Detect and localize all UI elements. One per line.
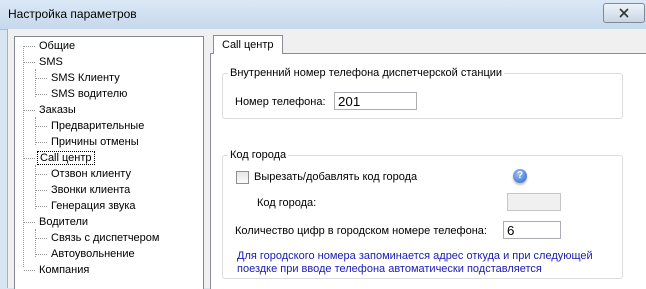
tab-label: Call центр	[222, 39, 274, 51]
tree-item-callback-client[interactable]: Отзвон клиенту	[49, 167, 133, 182]
tree-connector	[23, 46, 24, 267]
tree-item-cancel-reasons[interactable]: Причины отмены	[49, 135, 141, 150]
tree-item-orders[interactable]: Заказы	[37, 103, 78, 118]
tree-item-sound-generation[interactable]: Генерация звука	[49, 199, 138, 214]
tree-connector	[24, 270, 35, 271]
info-note-line-2: поездке при вводе телефона автоматически…	[237, 263, 542, 275]
tree-item-label: SMS Клиенту	[51, 72, 120, 84]
tree-item-call-center[interactable]: Call центр	[37, 151, 95, 166]
tree-connector	[36, 254, 47, 255]
tree-connector	[24, 110, 35, 111]
dialog-client-area: Общие SMS SMS Клиенту SMS водителю Заказ…	[7, 29, 646, 289]
tree-item-preliminary[interactable]: Предварительные	[49, 119, 146, 134]
tree-connector	[36, 238, 47, 239]
tree-connector	[36, 174, 47, 175]
phone-number-input[interactable]	[334, 92, 417, 110]
cut-add-city-code-checkbox[interactable]	[236, 171, 249, 184]
tree-connector	[36, 126, 47, 127]
tree-item-label: Компания	[39, 264, 90, 276]
tree-item-sms[interactable]: SMS	[37, 55, 65, 70]
tree-item-sms-client[interactable]: SMS Клиенту	[49, 71, 122, 86]
tree-connector	[36, 206, 47, 207]
tree-item-company[interactable]: Компания	[37, 263, 91, 278]
tree-item-label: Звонки клиента	[51, 184, 131, 196]
tree-item-label: SMS	[39, 56, 63, 68]
close-button[interactable]	[603, 3, 645, 23]
info-note-line-1: Для городского номера запоминается адрес…	[237, 250, 593, 262]
tree-item-dispatcher-link[interactable]: Связь с диспетчером	[49, 231, 161, 246]
tree-connector	[24, 62, 35, 63]
tree-item-label: Заказы	[39, 104, 76, 116]
digits-count-label: Количество цифр в городском номере телеф…	[235, 225, 487, 237]
city-code-group-title: Код города	[228, 149, 289, 162]
tree-item-label: Автоувольнение	[51, 248, 135, 260]
tree-item-label: Связь с диспетчером	[51, 232, 160, 244]
tree-connector	[36, 142, 47, 143]
tree-connector	[35, 229, 36, 257]
tree-connector	[35, 117, 36, 145]
tree-connector	[24, 158, 35, 159]
help-icon[interactable]: ?	[513, 169, 527, 183]
tree-item-label: Отзвон клиенту	[51, 168, 131, 180]
digits-count-input[interactable]	[503, 221, 561, 239]
settings-tree[interactable]: Общие SMS SMS Клиенту SMS водителю Заказ…	[14, 36, 204, 289]
tree-connector	[35, 69, 36, 97]
tree-connector	[36, 190, 47, 191]
tree-item-label: Водители	[39, 216, 89, 228]
tree-item-label: Предварительные	[51, 120, 145, 132]
tree-item-client-calls[interactable]: Звонки клиента	[49, 183, 132, 198]
tab-call-center[interactable]: Call центр	[213, 35, 283, 54]
tree-connector	[24, 222, 35, 223]
internal-number-group-title: Внутренний номер телефона диспетчерской …	[228, 67, 505, 80]
tree-item-label: Причины отмены	[51, 136, 139, 148]
tree-item-drivers[interactable]: Водители	[37, 215, 90, 230]
tab-page-call-center: Внутренний номер телефона диспетчерской …	[210, 53, 646, 289]
tree-item-sms-driver[interactable]: SMS водителю	[49, 87, 129, 102]
title-bar: Настройка параметров	[0, 0, 646, 30]
phone-number-label: Номер телефона:	[235, 96, 326, 108]
window-title: Настройка параметров	[8, 7, 137, 21]
tree-connector	[36, 94, 47, 95]
tree-item-auto-dismissal[interactable]: Автоувольнение	[49, 247, 137, 262]
tree-connector	[36, 78, 47, 79]
city-code-label: Код города:	[257, 197, 317, 209]
cut-add-city-code-label[interactable]: Вырезать/добавлять код города	[254, 170, 417, 184]
city-code-input[interactable]	[507, 193, 561, 211]
tree-item-label: SMS водителю	[51, 88, 128, 100]
tree-connector	[24, 46, 35, 47]
tree-item-label: Генерация звука	[51, 200, 136, 212]
tree-item-general[interactable]: Общие	[37, 39, 77, 54]
tree-item-label: Call центр	[37, 151, 95, 165]
close-icon	[619, 8, 629, 18]
tree-connector	[35, 165, 36, 209]
tree-item-label: Общие	[39, 40, 76, 52]
